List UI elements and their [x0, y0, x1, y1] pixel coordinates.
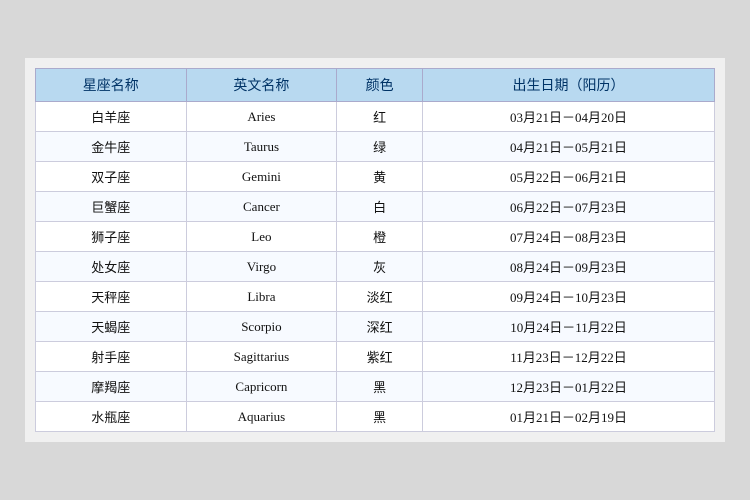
- cell-color: 深红: [337, 312, 423, 342]
- table-row: 水瓶座Aquarius黑01月21日－02月19日: [36, 402, 715, 432]
- table-row: 摩羯座Capricorn黑12月23日－01月22日: [36, 372, 715, 402]
- cell-chinese: 金牛座: [36, 132, 187, 162]
- cell-english: Taurus: [186, 132, 337, 162]
- cell-english: Sagittarius: [186, 342, 337, 372]
- cell-date: 03月21日－04月20日: [422, 102, 714, 132]
- cell-chinese: 白羊座: [36, 102, 187, 132]
- cell-english: Gemini: [186, 162, 337, 192]
- table-row: 天蝎座Scorpio深红10月24日－11月22日: [36, 312, 715, 342]
- cell-chinese: 巨蟹座: [36, 192, 187, 222]
- cell-english: Aquarius: [186, 402, 337, 432]
- cell-color: 淡红: [337, 282, 423, 312]
- cell-date: 01月21日－02月19日: [422, 402, 714, 432]
- cell-color: 橙: [337, 222, 423, 252]
- cell-color: 灰: [337, 252, 423, 282]
- table-row: 天秤座Libra淡红09月24日－10月23日: [36, 282, 715, 312]
- cell-color: 紫红: [337, 342, 423, 372]
- cell-color: 红: [337, 102, 423, 132]
- col-header-color: 颜色: [337, 69, 423, 102]
- cell-chinese: 摩羯座: [36, 372, 187, 402]
- cell-english: Aries: [186, 102, 337, 132]
- cell-date: 09月24日－10月23日: [422, 282, 714, 312]
- cell-date: 06月22日－07月23日: [422, 192, 714, 222]
- cell-english: Libra: [186, 282, 337, 312]
- page-container: 星座名称 英文名称 颜色 出生日期（阳历） 白羊座Aries红03月21日－04…: [25, 58, 725, 442]
- cell-english: Leo: [186, 222, 337, 252]
- table-header-row: 星座名称 英文名称 颜色 出生日期（阳历）: [36, 69, 715, 102]
- cell-chinese: 天蝎座: [36, 312, 187, 342]
- zodiac-table: 星座名称 英文名称 颜色 出生日期（阳历） 白羊座Aries红03月21日－04…: [35, 68, 715, 432]
- table-row: 狮子座Leo橙07月24日－08月23日: [36, 222, 715, 252]
- cell-english: Virgo: [186, 252, 337, 282]
- cell-date: 12月23日－01月22日: [422, 372, 714, 402]
- table-row: 金牛座Taurus绿04月21日－05月21日: [36, 132, 715, 162]
- cell-color: 绿: [337, 132, 423, 162]
- cell-english: Cancer: [186, 192, 337, 222]
- cell-date: 08月24日－09月23日: [422, 252, 714, 282]
- table-row: 双子座Gemini黄05月22日－06月21日: [36, 162, 715, 192]
- cell-chinese: 双子座: [36, 162, 187, 192]
- cell-date: 07月24日－08月23日: [422, 222, 714, 252]
- cell-chinese: 天秤座: [36, 282, 187, 312]
- cell-chinese: 射手座: [36, 342, 187, 372]
- cell-english: Capricorn: [186, 372, 337, 402]
- table-row: 处女座Virgo灰08月24日－09月23日: [36, 252, 715, 282]
- col-header-english: 英文名称: [186, 69, 337, 102]
- table-row: 射手座Sagittarius紫红11月23日－12月22日: [36, 342, 715, 372]
- cell-date: 10月24日－11月22日: [422, 312, 714, 342]
- cell-chinese: 处女座: [36, 252, 187, 282]
- cell-chinese: 水瓶座: [36, 402, 187, 432]
- cell-chinese: 狮子座: [36, 222, 187, 252]
- table-row: 巨蟹座Cancer白06月22日－07月23日: [36, 192, 715, 222]
- cell-date: 04月21日－05月21日: [422, 132, 714, 162]
- cell-color: 黑: [337, 402, 423, 432]
- col-header-chinese: 星座名称: [36, 69, 187, 102]
- cell-english: Scorpio: [186, 312, 337, 342]
- cell-color: 黄: [337, 162, 423, 192]
- table-row: 白羊座Aries红03月21日－04月20日: [36, 102, 715, 132]
- cell-color: 黑: [337, 372, 423, 402]
- cell-date: 05月22日－06月21日: [422, 162, 714, 192]
- table-body: 白羊座Aries红03月21日－04月20日金牛座Taurus绿04月21日－0…: [36, 102, 715, 432]
- cell-date: 11月23日－12月22日: [422, 342, 714, 372]
- cell-color: 白: [337, 192, 423, 222]
- col-header-date: 出生日期（阳历）: [422, 69, 714, 102]
